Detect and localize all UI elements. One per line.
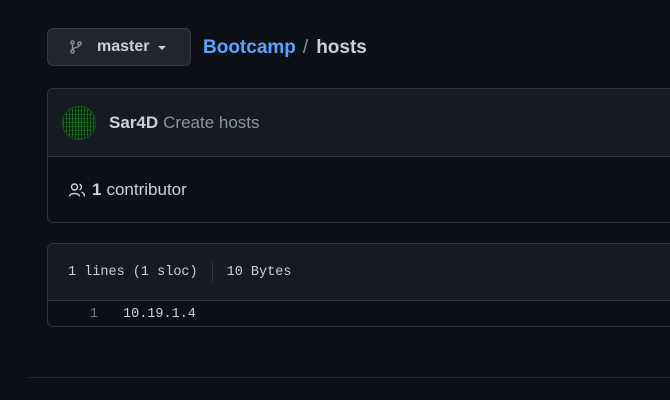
- breadcrumb-repo-link[interactable]: Bootcamp: [203, 36, 296, 60]
- code-line: 1 10.19.1.4: [48, 301, 670, 327]
- page: master Bootcamp / hosts Sar4D Create hos…: [0, 0, 670, 400]
- branch-select-button[interactable]: master: [47, 28, 191, 66]
- file-info-header: 1 lines (1 sloc) 10 Bytes: [48, 244, 670, 301]
- breadcrumb-file-name: hosts: [316, 37, 367, 58]
- line-content: 10.19.1.4: [123, 306, 196, 322]
- people-icon: [68, 183, 86, 197]
- file-info-divider: [211, 261, 213, 283]
- chevron-down-icon: [158, 46, 167, 50]
- file-size: 10 Bytes: [226, 264, 292, 280]
- git-branch-icon: [70, 40, 82, 54]
- commit-author-link[interactable]: Sar4D: [109, 113, 158, 133]
- file-lines-info: 1 lines (1 sloc): [68, 264, 198, 280]
- line-number[interactable]: 1: [48, 307, 98, 322]
- contributor-label: contributor: [106, 180, 187, 199]
- commit-message-link[interactable]: Create hosts: [163, 113, 259, 133]
- branch-name: master: [97, 38, 150, 55]
- breadcrumb-separator: /: [302, 37, 309, 58]
- contributors-row[interactable]: 1 contributor: [48, 157, 670, 223]
- commit-header: Sar4D Create hosts: [48, 89, 670, 157]
- avatar-icon[interactable]: [62, 105, 96, 140]
- breadcrumb: Bootcamp / hosts: [203, 36, 367, 60]
- contributor-count: 1: [92, 180, 102, 199]
- footer-divider: [28, 377, 670, 378]
- latest-commit-box: Sar4D Create hosts 1 contributor: [47, 88, 670, 223]
- file-viewer: 1 lines (1 sloc) 10 Bytes 1 10.19.1.4: [47, 243, 670, 327]
